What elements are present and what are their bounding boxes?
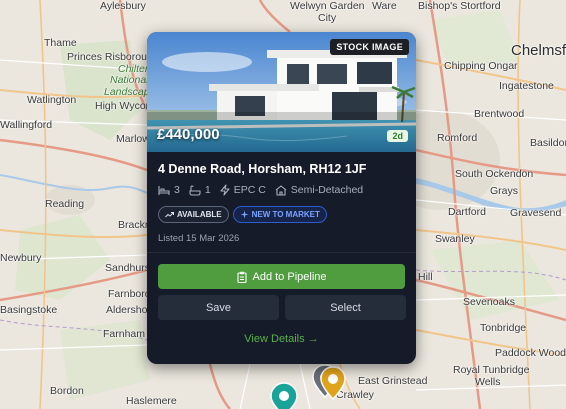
map-label: National: [110, 74, 149, 86]
add-to-pipeline-label: Add to Pipeline: [252, 270, 327, 283]
map-label: Gravesend: [510, 207, 562, 219]
map-label: Bordon: [50, 385, 84, 397]
map-label: Bishop's Stortford: [418, 0, 501, 12]
map-label: Brentwood: [474, 108, 525, 120]
map-label: Reading: [45, 198, 85, 210]
map-label: Swanley: [435, 233, 475, 245]
map-label: Sandhurst: [105, 262, 153, 274]
map-label: Dartford: [448, 206, 486, 218]
map-label: Ware: [372, 0, 397, 12]
clipboard-icon: [236, 271, 247, 283]
map-label: Hill: [418, 271, 433, 283]
house-icon: [275, 184, 287, 196]
property-card: STOCK IMAGE £440,000 2d 4 Denne Road, Ho…: [147, 32, 416, 364]
epc-rating: EPC C: [233, 184, 266, 196]
lightning-icon: [220, 184, 230, 196]
sparkle-icon: [240, 210, 249, 219]
map-label: Royal Tunbridge: [453, 364, 530, 376]
bathrooms-count: 1: [204, 184, 211, 196]
map-label: East Grinstead: [358, 375, 428, 387]
status-tags: AVAILABLE NEW TO MARKET: [158, 206, 331, 223]
select-button[interactable]: Select: [285, 295, 406, 320]
map-label: Aldershot: [106, 304, 151, 316]
map-label: Chipping Ongar: [444, 60, 518, 72]
map-pin-teal[interactable]: [270, 382, 298, 409]
bathrooms-spec: 1: [189, 184, 211, 196]
divider: [147, 252, 416, 253]
status-tag-new: NEW TO MARKET: [232, 206, 327, 223]
map-label: Chelmsford: [511, 42, 566, 59]
map-label: Newbury: [0, 252, 42, 264]
listed-date: Listed 15 Mar 2026: [158, 233, 240, 244]
map-label: Ingatestone: [499, 80, 554, 92]
property-type: Semi-Detached: [290, 184, 364, 196]
map-label: Marlow: [116, 133, 150, 145]
add-to-pipeline-button[interactable]: Add to Pipeline: [158, 264, 405, 289]
map-label: Sevenoaks: [463, 296, 515, 308]
map-label: Grays: [490, 185, 519, 197]
bedrooms-spec: 3: [158, 184, 180, 196]
map-label: Thame: [44, 37, 77, 49]
map-label: Basingstoke: [0, 304, 58, 316]
map-label: Haslemere: [126, 395, 177, 407]
trend-up-icon: [165, 212, 174, 218]
map-label: Paddock Wood: [495, 347, 566, 359]
map-label: Wells: [475, 376, 501, 388]
bed-icon: [158, 185, 170, 195]
map-label: Farnham: [103, 328, 146, 340]
map-label: South Ockendon: [455, 168, 534, 180]
map-label: Watlington: [27, 94, 77, 106]
map-label: Aylesbury: [100, 0, 146, 12]
view-details-link[interactable]: View Details →: [147, 333, 416, 345]
property-photo[interactable]: STOCK IMAGE £440,000 2d: [147, 32, 416, 152]
map-label: Romford: [437, 132, 478, 144]
status-tag-label: NEW TO MARKET: [251, 210, 320, 219]
map-label: Basildon: [530, 137, 566, 149]
map-pin-gold[interactable]: [320, 366, 346, 400]
map-label: Welwyn Garden: [290, 0, 365, 12]
listing-age-badge: 2d: [387, 130, 408, 142]
stock-image-badge: STOCK IMAGE: [330, 39, 409, 55]
status-tag-available: AVAILABLE: [158, 206, 229, 223]
property-specs: 3 1 EPC C Semi-Detached: [158, 184, 372, 196]
map-label: Tonbridge: [480, 322, 527, 334]
bedrooms-count: 3: [174, 184, 180, 196]
bath-icon: [189, 184, 201, 196]
map-label: Wallingford: [0, 119, 53, 131]
property-type-spec: Semi-Detached: [275, 184, 363, 196]
property-address: 4 Denne Road, Horsham, RH12 1JF: [158, 162, 367, 176]
map-label: Princes Risborough: [67, 51, 159, 63]
map-label: City: [318, 12, 337, 24]
save-button[interactable]: Save: [158, 295, 279, 320]
epc-spec: EPC C: [220, 184, 266, 196]
property-price: £440,000: [157, 126, 220, 143]
status-tag-label: AVAILABLE: [177, 210, 222, 219]
